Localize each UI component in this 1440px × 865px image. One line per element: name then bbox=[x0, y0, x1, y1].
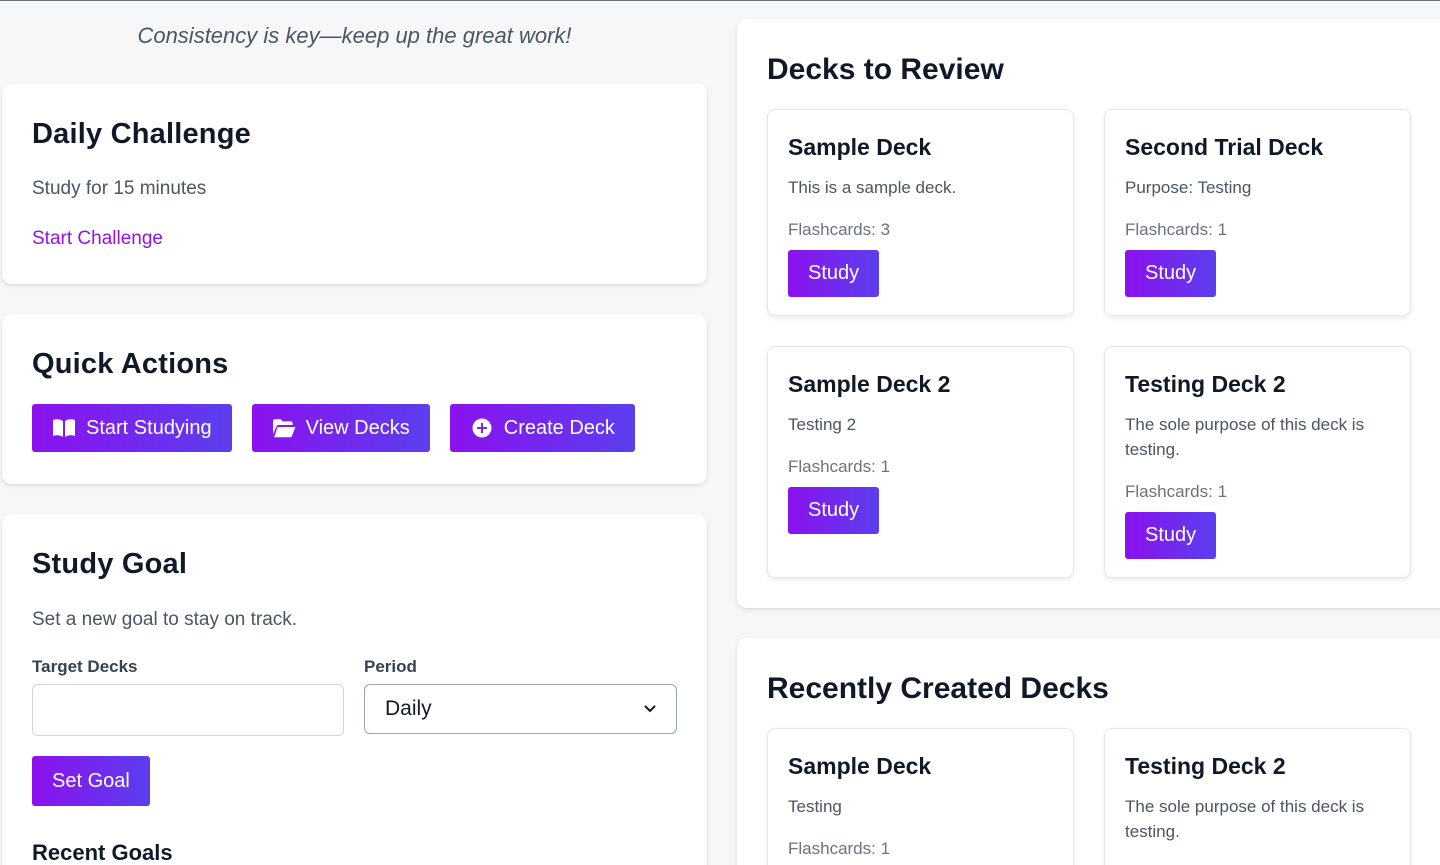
start-challenge-link[interactable]: Start Challenge bbox=[32, 228, 163, 250]
deck-card: Sample Deck 2 Testing 2 Flashcards: 1 St… bbox=[767, 346, 1074, 578]
create-deck-button[interactable]: Create Deck bbox=[449, 404, 635, 452]
deck-name: Testing Deck 2 bbox=[1125, 371, 1286, 397]
quick-actions-title: Quick Actions bbox=[32, 348, 229, 380]
view-decks-button[interactable]: View Decks bbox=[251, 404, 430, 452]
study-goal-title: Study Goal bbox=[32, 548, 188, 580]
study-button[interactable]: Study bbox=[1125, 250, 1217, 297]
deck-name: Sample Deck 2 bbox=[788, 371, 951, 397]
target-decks-label: Target Decks bbox=[32, 657, 138, 676]
quick-actions-buttons: Start Studying View Decks Create Deck bbox=[32, 404, 635, 452]
deck-card: Testing Deck 2 The sole purpose of this … bbox=[1104, 728, 1411, 865]
period-selected-value: Daily bbox=[385, 697, 432, 720]
deck-card: Testing Deck 2 The sole purpose of this … bbox=[1104, 346, 1411, 578]
study-goal-subtitle: Set a new goal to stay on track. bbox=[32, 609, 298, 630]
deck-name: Sample Deck bbox=[788, 753, 932, 779]
motivational-message: Consistency is key—keep up the great wor… bbox=[137, 23, 572, 48]
quick-actions-card: Quick Actions Start Studying View Decks … bbox=[2, 314, 707, 484]
deck-card: Sample Deck Testing Flashcards: 1 bbox=[767, 728, 1074, 865]
study-button[interactable]: Study bbox=[788, 487, 880, 534]
study-goal-card: Study Goal Set a new goal to stay on tra… bbox=[2, 514, 707, 865]
start-studying-button[interactable]: Start Studying bbox=[32, 404, 232, 452]
deck-flashcard-count: Flashcards: 1 bbox=[1125, 220, 1228, 239]
period-label: Period bbox=[364, 657, 417, 676]
folder-open-icon bbox=[272, 419, 296, 438]
deck-name: Sample Deck bbox=[788, 134, 932, 160]
decks-to-review-panel: Decks to Review Sample Deck This is a sa… bbox=[737, 19, 1440, 608]
deck-description: Testing 2 bbox=[788, 415, 857, 434]
deck-description: This is a sample deck. bbox=[788, 178, 957, 197]
recently-created-panel: Recently Created Decks Sample Deck Testi… bbox=[737, 638, 1440, 865]
view-decks-label: View Decks bbox=[305, 416, 410, 439]
deck-flashcard-count: Flashcards: 3 bbox=[788, 220, 891, 239]
plus-circle-icon bbox=[472, 418, 492, 438]
daily-challenge-text: Study for 15 minutes bbox=[32, 178, 207, 199]
study-button[interactable]: Study bbox=[788, 250, 880, 297]
set-goal-button[interactable]: Set Goal bbox=[32, 756, 150, 806]
start-studying-label: Start Studying bbox=[86, 416, 212, 439]
deck-flashcard-count: Flashcards: 1 bbox=[1125, 482, 1228, 501]
daily-challenge-title: Daily Challenge bbox=[32, 118, 251, 150]
deck-description: The sole purpose of this deck is testing… bbox=[1125, 415, 1365, 459]
deck-card: Sample Deck This is a sample deck. Flash… bbox=[767, 109, 1074, 316]
recently-created-title: Recently Created Decks bbox=[767, 672, 1109, 705]
deck-name: Testing Deck 2 bbox=[1125, 753, 1286, 779]
daily-challenge-card: Daily Challenge Study for 15 minutes Sta… bbox=[2, 84, 707, 284]
target-decks-input[interactable] bbox=[32, 684, 344, 736]
deck-flashcard-count: Flashcards: 1 bbox=[788, 457, 891, 476]
decks-to-review-title: Decks to Review bbox=[767, 53, 1004, 86]
deck-name: Second Trial Deck bbox=[1125, 134, 1324, 160]
deck-description: Testing bbox=[788, 797, 842, 816]
chevron-down-icon bbox=[644, 705, 656, 713]
deck-description: The sole purpose of this deck is testing… bbox=[1125, 797, 1365, 841]
recent-goals-title: Recent Goals bbox=[32, 840, 173, 865]
deck-card: Second Trial Deck Purpose: Testing Flash… bbox=[1104, 109, 1411, 316]
period-select[interactable]: Daily bbox=[364, 684, 677, 734]
deck-description: Purpose: Testing bbox=[1125, 178, 1252, 197]
deck-flashcard-count: Flashcards: 1 bbox=[788, 839, 891, 858]
book-open-icon bbox=[53, 419, 75, 437]
study-button[interactable]: Study bbox=[1125, 512, 1217, 559]
create-deck-label: Create Deck bbox=[503, 416, 615, 439]
